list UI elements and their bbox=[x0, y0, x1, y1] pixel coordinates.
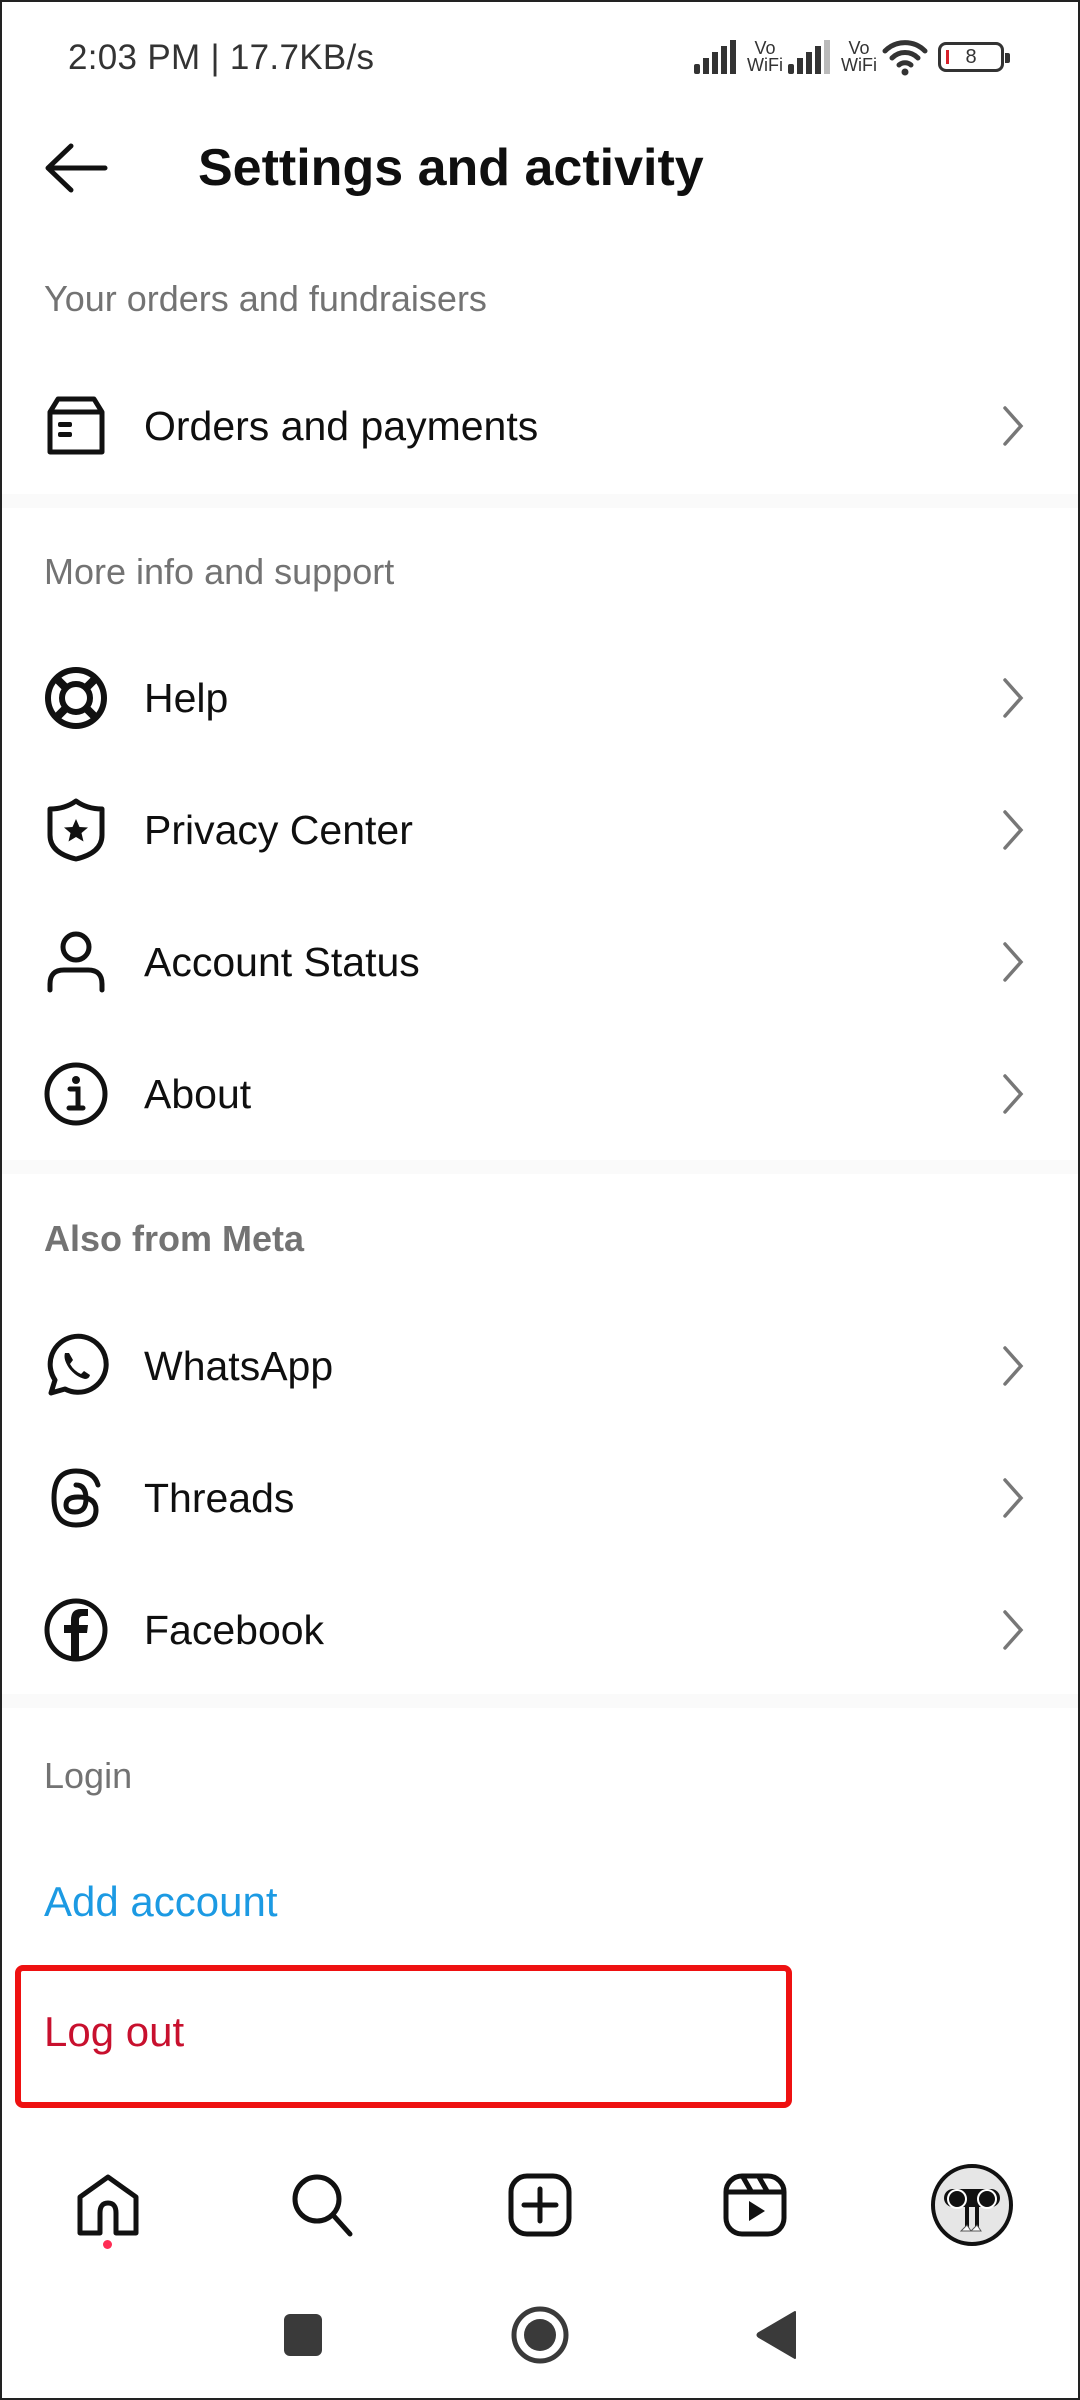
section-divider bbox=[0, 494, 1080, 508]
threads-icon bbox=[40, 1462, 112, 1534]
section-title-meta: Also from Meta bbox=[44, 1218, 305, 1259]
section-title-login: Login bbox=[44, 1755, 133, 1796]
orders-and-payments-row[interactable]: Orders and payments bbox=[0, 361, 1080, 491]
row-label: Facebook bbox=[144, 1606, 325, 1653]
log-out-button[interactable]: Log out bbox=[0, 1972, 1080, 2092]
row-label: WhatsApp bbox=[144, 1342, 334, 1389]
recents-button[interactable] bbox=[248, 2280, 358, 2390]
chevron-right-icon bbox=[998, 1341, 1028, 1391]
info-icon bbox=[40, 1058, 112, 1130]
facebook-icon bbox=[40, 1594, 112, 1666]
battery-icon: 8 bbox=[938, 42, 1010, 72]
system-nav-bar bbox=[0, 2280, 1080, 2390]
add-account-link[interactable]: Add account bbox=[0, 1842, 1080, 1962]
log-out-label: Log out bbox=[44, 2008, 185, 2055]
nav-search[interactable] bbox=[268, 2140, 378, 2270]
battery-level-bar bbox=[946, 50, 949, 64]
chevron-right-icon bbox=[998, 937, 1028, 987]
shield-star-icon bbox=[40, 794, 112, 866]
row-label: Privacy Center bbox=[144, 806, 413, 853]
home-icon bbox=[77, 2174, 139, 2236]
signal-icon bbox=[788, 40, 830, 74]
section-divider bbox=[0, 1694, 1080, 1708]
signal-icon bbox=[694, 40, 736, 74]
home-circle-icon bbox=[511, 2306, 569, 2364]
vowifi-icon: Vo WiFi bbox=[840, 39, 878, 75]
profile-avatar bbox=[931, 2164, 1013, 2246]
chevron-right-icon bbox=[998, 805, 1028, 855]
notification-dot bbox=[103, 2240, 112, 2249]
row-label: Orders and payments bbox=[144, 402, 539, 449]
row-label: Help bbox=[144, 674, 229, 721]
lifebuoy-icon bbox=[40, 662, 112, 734]
create-icon bbox=[508, 2173, 572, 2237]
help-row[interactable]: Help bbox=[0, 633, 1080, 763]
battery-level: 8 bbox=[965, 45, 977, 68]
row-label: Account Status bbox=[144, 938, 420, 985]
nav-reels[interactable] bbox=[700, 2140, 810, 2270]
nav-home[interactable] bbox=[53, 2140, 163, 2270]
vowifi-bottom: WiFi bbox=[841, 55, 877, 75]
privacy-center-row[interactable]: Privacy Center bbox=[0, 765, 1080, 895]
row-label: About bbox=[144, 1070, 252, 1117]
chevron-right-icon bbox=[998, 401, 1028, 451]
facebook-row[interactable]: Facebook bbox=[0, 1565, 1080, 1695]
system-home-button[interactable] bbox=[485, 2280, 595, 2390]
person-icon bbox=[40, 926, 112, 998]
recents-icon bbox=[284, 2314, 322, 2356]
whatsapp-row[interactable]: WhatsApp bbox=[0, 1301, 1080, 1431]
vowifi-icon: Vo WiFi bbox=[746, 39, 784, 75]
status-time-speed: 2:03 PM | 17.7KB/s bbox=[68, 38, 375, 77]
add-account-label: Add account bbox=[44, 1878, 278, 1925]
section-title-support: More info and support bbox=[44, 551, 395, 592]
system-back-button[interactable] bbox=[722, 2280, 832, 2390]
chevron-right-icon bbox=[998, 1069, 1028, 1119]
threads-row[interactable]: Threads bbox=[0, 1433, 1080, 1563]
nav-profile[interactable] bbox=[917, 2140, 1027, 2270]
nav-create[interactable] bbox=[485, 2140, 595, 2270]
back-button[interactable] bbox=[40, 135, 112, 201]
section-divider bbox=[0, 1160, 1080, 1174]
row-label: Threads bbox=[144, 1474, 295, 1521]
chevron-right-icon bbox=[998, 1605, 1028, 1655]
chevron-right-icon bbox=[998, 1473, 1028, 1523]
section-title-orders: Your orders and fundraisers bbox=[44, 278, 487, 319]
page-title: Settings and activity bbox=[198, 139, 704, 197]
back-triangle-icon bbox=[756, 2311, 796, 2359]
chevron-right-icon bbox=[998, 673, 1028, 723]
bottom-nav bbox=[0, 2140, 1080, 2270]
status-icons: Vo WiFi Vo WiFi 8 bbox=[694, 34, 1010, 80]
reels-icon bbox=[723, 2173, 787, 2237]
whatsapp-icon bbox=[40, 1330, 112, 1402]
wifi-icon bbox=[882, 40, 928, 76]
search-icon bbox=[292, 2174, 353, 2237]
about-row[interactable]: About bbox=[0, 1029, 1080, 1159]
box-icon bbox=[40, 390, 112, 462]
account-status-row[interactable]: Account Status bbox=[0, 897, 1080, 1027]
vowifi-bottom: WiFi bbox=[747, 55, 783, 75]
arrow-left-icon bbox=[45, 143, 108, 193]
